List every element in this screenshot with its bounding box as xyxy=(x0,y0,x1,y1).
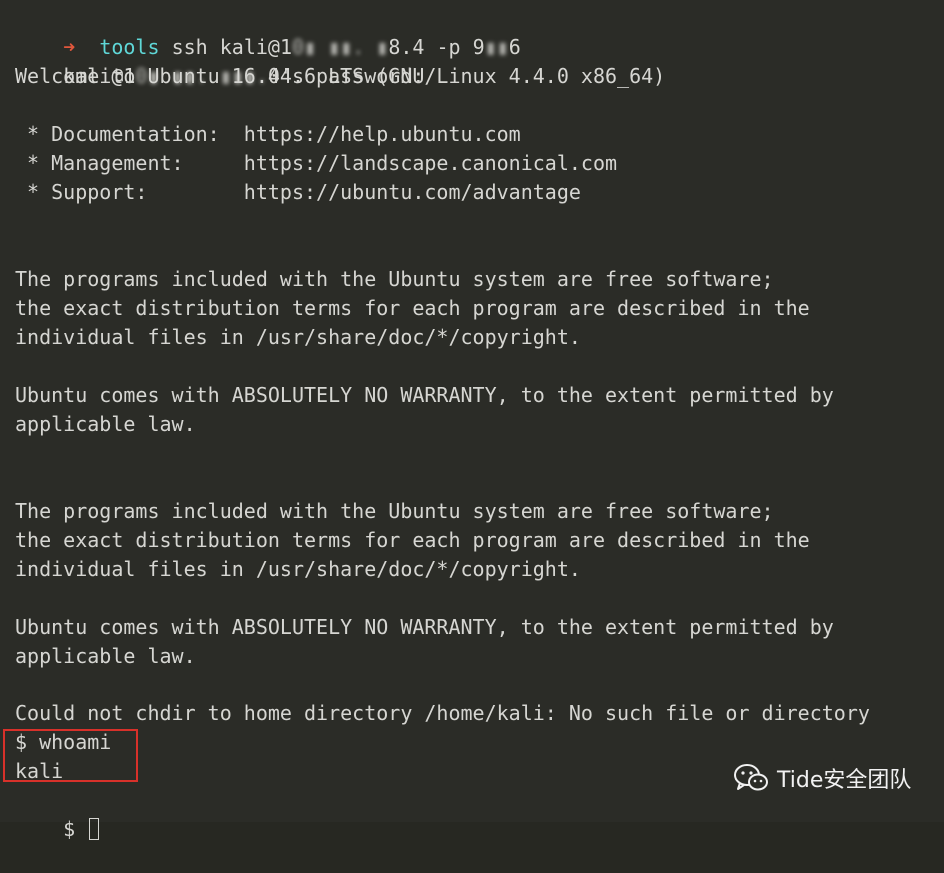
watermark: Tide安全团队 xyxy=(733,760,911,796)
free-software-line-2: the exact distribution terms for each pr… xyxy=(15,296,810,320)
free-software-line-3: individual files in /usr/share/doc/*/cop… xyxy=(15,325,581,349)
documentation-line: * Documentation: https://help.ubuntu.com xyxy=(15,122,521,146)
ssh-command-text-3: 6 xyxy=(508,35,521,59)
wechat-icon xyxy=(734,764,768,791)
chdir-error-line: Could not chdir to home directory /home/… xyxy=(15,701,870,725)
free-software-line-2-repeat: the exact distribution terms for each pr… xyxy=(15,528,810,552)
warranty-line-2: applicable law. xyxy=(15,412,196,436)
warranty-line-1-repeat: Ubuntu comes with ABSOLUTELY NO WARRANTY… xyxy=(15,615,834,639)
ssh-command-line: ➜ tools ssh kali@10▮ ▮▮. ▮8.4 -p 9▮▮6 xyxy=(15,4,521,59)
redacted-port: ▮▮ xyxy=(484,35,509,59)
warranty-line-2-repeat: applicable law. xyxy=(15,644,196,668)
warranty-line-1: Ubuntu comes with ABSOLUTELY NO WARRANTY… xyxy=(15,383,834,407)
cursor-block[interactable] xyxy=(89,818,100,840)
watermark-text: Tide安全团队 xyxy=(777,768,912,793)
whoami-highlight-box xyxy=(3,729,138,782)
password-prompt-line: kali@10▮ ▮▮. ▮▮▮.4's password: xyxy=(15,33,424,88)
management-line: * Management: https://landscape.canonica… xyxy=(15,151,618,175)
terminal-window[interactable]: ➜ tools ssh kali@10▮ ▮▮. ▮8.4 -p 9▮▮6 ka… xyxy=(0,0,944,841)
final-prompt: $ xyxy=(63,817,88,841)
free-software-line-1-repeat: The programs included with the Ubuntu sy… xyxy=(15,499,774,523)
final-prompt-line[interactable]: $ xyxy=(15,786,100,841)
free-software-line-1: The programs included with the Ubuntu sy… xyxy=(15,267,774,291)
welcome-line: Welcome to Ubuntu 16.04.6 LTS (GNU/Linux… xyxy=(15,64,666,88)
support-line: * Support: https://ubuntu.com/advantage xyxy=(15,180,581,204)
free-software-line-3-repeat: individual files in /usr/share/doc/*/cop… xyxy=(15,557,581,581)
